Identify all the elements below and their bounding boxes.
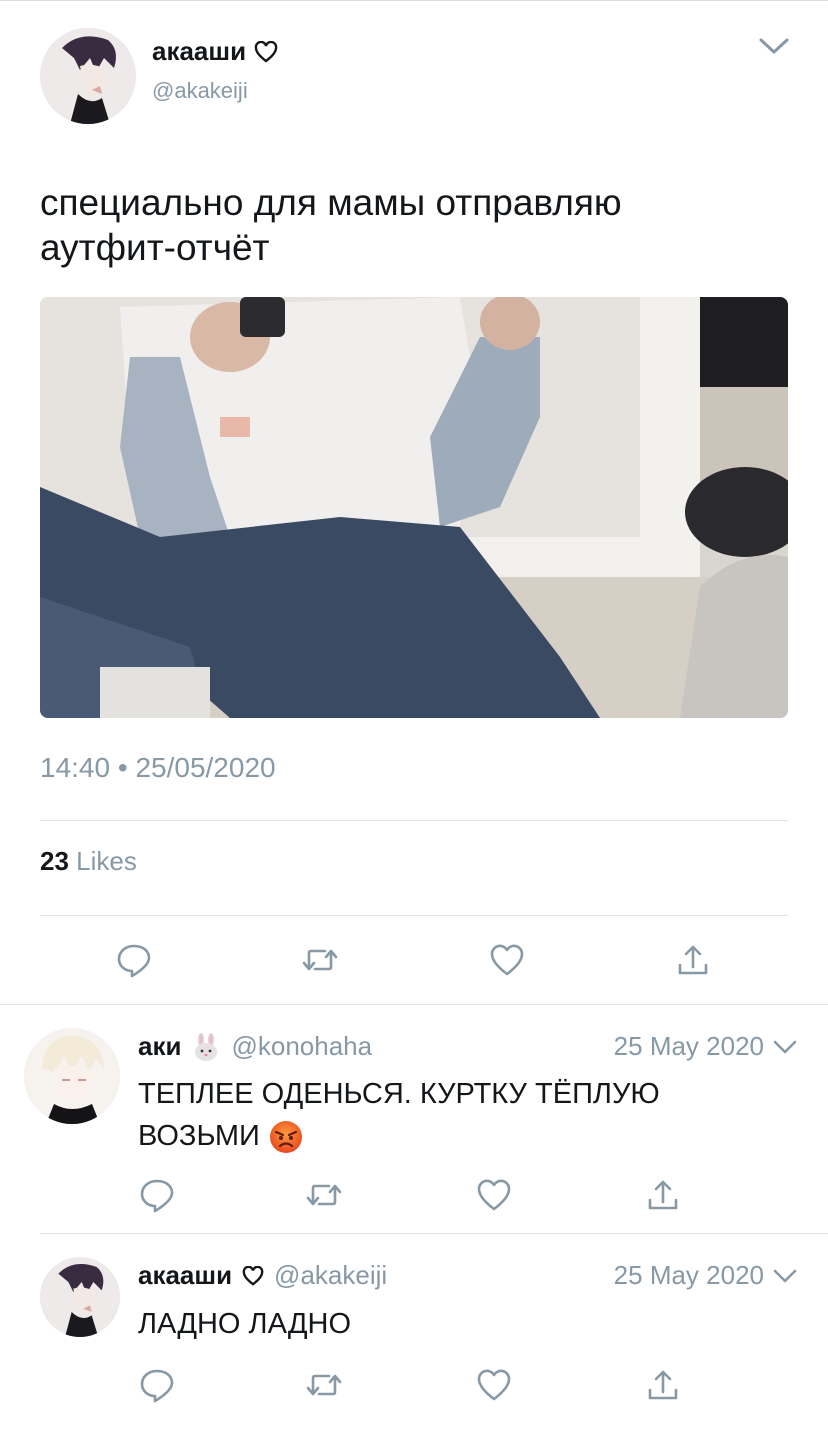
reply-avatar[interactable] <box>40 1257 120 1337</box>
reply-text-line: ВОЗЬМИ <box>138 1120 260 1152</box>
tweet-timestamp[interactable]: 14:40 • 25/05/2020 <box>40 752 276 784</box>
reply-author-handle[interactable]: @konohaha <box>231 1031 372 1062</box>
reply-author-handle[interactable]: @akakeiji <box>274 1260 387 1291</box>
timestamp-separator: • <box>117 752 128 783</box>
reply-button[interactable] <box>137 1175 177 1215</box>
share-button[interactable] <box>673 940 713 980</box>
tweet-text-line: аутфит-отчёт <box>40 227 270 268</box>
reply-header: акааши @akakeiji <box>138 1260 387 1291</box>
reply-icon <box>117 944 151 978</box>
reply-avatar[interactable] <box>24 1028 120 1124</box>
section-divider <box>0 1004 828 1005</box>
reply-icon <box>140 1179 174 1213</box>
reply-date[interactable]: 25 May 2020 <box>614 1031 764 1062</box>
retweet-button[interactable] <box>300 940 340 980</box>
reply-author-name[interactable]: акааши <box>138 1260 232 1291</box>
reply-button[interactable] <box>137 1365 177 1405</box>
heart-icon <box>254 40 278 63</box>
heart-icon <box>477 1369 511 1401</box>
reply-text: ЛАДНО ЛАДНО <box>138 1308 352 1340</box>
reply-date[interactable]: 25 May 2020 <box>614 1260 764 1291</box>
retweet-button[interactable] <box>304 1175 344 1215</box>
top-border <box>0 0 828 1</box>
tweet-date: 25/05/2020 <box>135 752 276 783</box>
reply-text: ТЕПЛЕЕ ОДЕНЬСЯ. КУРТКУ ТЁПЛУЮ ВОЗЬМИ <box>138 1073 778 1157</box>
like-button[interactable] <box>474 1365 514 1405</box>
divider <box>40 820 788 821</box>
author-name-row[interactable]: акааши <box>152 36 278 67</box>
share-button[interactable] <box>643 1175 683 1215</box>
heart-icon <box>490 944 524 976</box>
retweet-icon <box>306 1374 342 1396</box>
heart-icon <box>242 1265 264 1286</box>
author-name[interactable]: акааши <box>152 36 246 67</box>
reply-author-name[interactable]: аки <box>138 1031 181 1062</box>
reply-divider <box>40 1233 828 1234</box>
tweet-text-line: специально для мамы отправляю <box>40 182 622 223</box>
share-icon <box>678 945 708 975</box>
tweet-time: 14:40 <box>40 752 111 783</box>
angry-face-emoji-icon <box>269 1121 302 1154</box>
author-handle[interactable]: @akakeiji <box>152 78 248 104</box>
like-button[interactable] <box>487 940 527 980</box>
likes-label: Likes <box>76 846 137 876</box>
heart-icon <box>477 1179 511 1211</box>
share-icon <box>648 1370 678 1400</box>
retweet-icon <box>306 1184 342 1206</box>
chevron-down-icon[interactable] <box>758 34 790 58</box>
reply-text-line: ТЕПЛЕЕ ОДЕНЬСЯ. КУРТКУ ТЁПЛУЮ <box>138 1078 660 1110</box>
rabbit-emoji-icon <box>195 1032 218 1061</box>
tweet-photo[interactable] <box>40 297 788 718</box>
retweet-button[interactable] <box>304 1365 344 1405</box>
likes-summary[interactable]: 23 Likes <box>40 846 137 877</box>
author-avatar[interactable] <box>40 28 136 124</box>
tweet-text: специально для мамы отправляю аутфит-отч… <box>40 180 800 270</box>
chevron-down-icon[interactable] <box>772 1267 798 1285</box>
share-icon <box>648 1180 678 1210</box>
reply-button[interactable] <box>114 940 154 980</box>
reply-text-line-wrap: ВОЗЬМИ <box>138 1115 778 1157</box>
divider <box>40 915 788 916</box>
likes-count: 23 <box>40 846 69 876</box>
share-button[interactable] <box>643 1365 683 1405</box>
retweet-icon <box>302 949 338 971</box>
like-button[interactable] <box>474 1175 514 1215</box>
reply-icon <box>140 1369 174 1403</box>
reply-header: аки @konohaha <box>138 1031 372 1062</box>
chevron-down-icon[interactable] <box>772 1038 798 1056</box>
